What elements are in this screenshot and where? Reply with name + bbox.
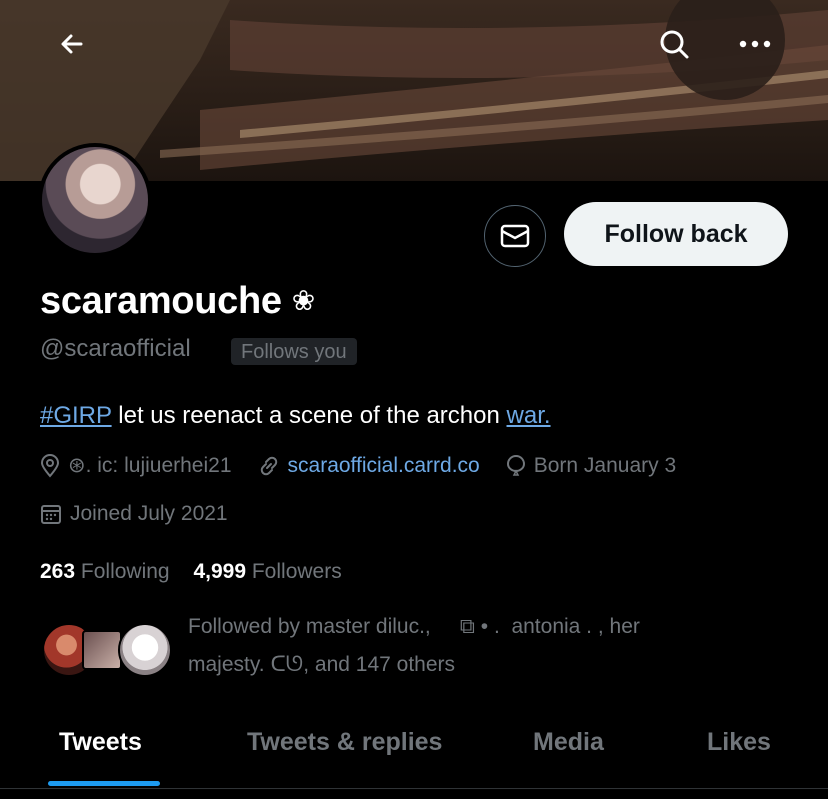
joined-item: Joined July 2021 bbox=[40, 502, 228, 526]
followed-by-line-2: majesty. ᑕᘎ, and 147 others bbox=[188, 653, 455, 676]
more-button[interactable] bbox=[733, 22, 777, 66]
profile-tabs: Tweets Tweets & replies Media Likes bbox=[0, 718, 828, 788]
tab-media[interactable]: Media bbox=[533, 728, 604, 757]
active-tab-indicator bbox=[48, 781, 160, 786]
followers-label: Followers bbox=[251, 560, 342, 583]
follows-you-badge: Follows you bbox=[231, 338, 357, 365]
following-stat[interactable]: 263 Following bbox=[40, 560, 170, 583]
followers-count: 4,999 bbox=[193, 560, 247, 583]
tabs-divider bbox=[0, 788, 828, 789]
bio-link[interactable]: war. bbox=[507, 402, 551, 429]
message-button[interactable] bbox=[484, 205, 546, 267]
birthday-item: Born January 3 bbox=[506, 454, 676, 478]
website-link[interactable]: scaraofficial.carrd.co bbox=[288, 454, 480, 478]
followed-by-avatars[interactable] bbox=[42, 623, 172, 679]
profile-handle: @scaraofficial bbox=[40, 335, 191, 362]
following-count: 263 bbox=[40, 560, 76, 583]
followed-by-text[interactable]: Followed by master diluc., ⧉ • . antonia… bbox=[188, 608, 748, 684]
profile-meta-row-2: Joined July 2021 bbox=[40, 502, 254, 526]
follower-avatar bbox=[118, 623, 172, 677]
following-label: Following bbox=[80, 560, 170, 583]
calendar-icon bbox=[41, 505, 61, 524]
tab-tweets[interactable]: Tweets bbox=[59, 728, 142, 757]
follow-stats: 263 Following 4,999 Followers bbox=[40, 560, 342, 584]
arrow-left-icon bbox=[61, 34, 83, 54]
bio-text: let us reenact a scene of the archon bbox=[111, 402, 507, 429]
profile-meta-row-1: ⊛. ic: lujiuerhei21 scaraofficial.carrd.… bbox=[40, 453, 702, 478]
profile-name: scaramouche ❀ bbox=[40, 280, 315, 323]
tab-tweets-replies[interactable]: Tweets & replies bbox=[247, 728, 442, 757]
profile-bio: #GIRP let us reenact a scene of the arch… bbox=[40, 402, 551, 430]
birthday-text: Born January 3 bbox=[533, 453, 677, 477]
name-emoji: ❀ bbox=[291, 285, 315, 316]
more-horizontal-icon bbox=[739, 40, 771, 48]
followers-stat[interactable]: 4,999 Followers bbox=[193, 560, 341, 583]
display-name: scaramouche bbox=[40, 280, 282, 322]
search-button[interactable] bbox=[652, 22, 696, 66]
avatar-image bbox=[42, 147, 148, 253]
follower-avatar bbox=[82, 630, 122, 670]
avatar[interactable] bbox=[38, 143, 152, 257]
location-pin-icon bbox=[40, 453, 60, 478]
link-icon bbox=[260, 456, 277, 475]
location-item: ⊛. ic: lujiuerhei21 bbox=[40, 453, 232, 478]
balloon-icon bbox=[506, 454, 525, 476]
tab-likes[interactable]: Likes bbox=[707, 728, 771, 757]
followed-by-line-1: Followed by master diluc., ⧉ • . antonia… bbox=[188, 615, 640, 638]
mail-icon bbox=[500, 224, 530, 248]
bio-hashtag-link[interactable]: #GIRP bbox=[40, 402, 112, 429]
location-text: ⊛. ic: lujiuerhei21 bbox=[68, 454, 232, 477]
follow-back-button[interactable]: Follow back bbox=[564, 202, 788, 266]
back-button[interactable] bbox=[50, 22, 94, 66]
website-item[interactable]: scaraofficial.carrd.co bbox=[258, 454, 480, 478]
search-icon bbox=[660, 30, 689, 59]
joined-text: Joined July 2021 bbox=[70, 502, 228, 525]
